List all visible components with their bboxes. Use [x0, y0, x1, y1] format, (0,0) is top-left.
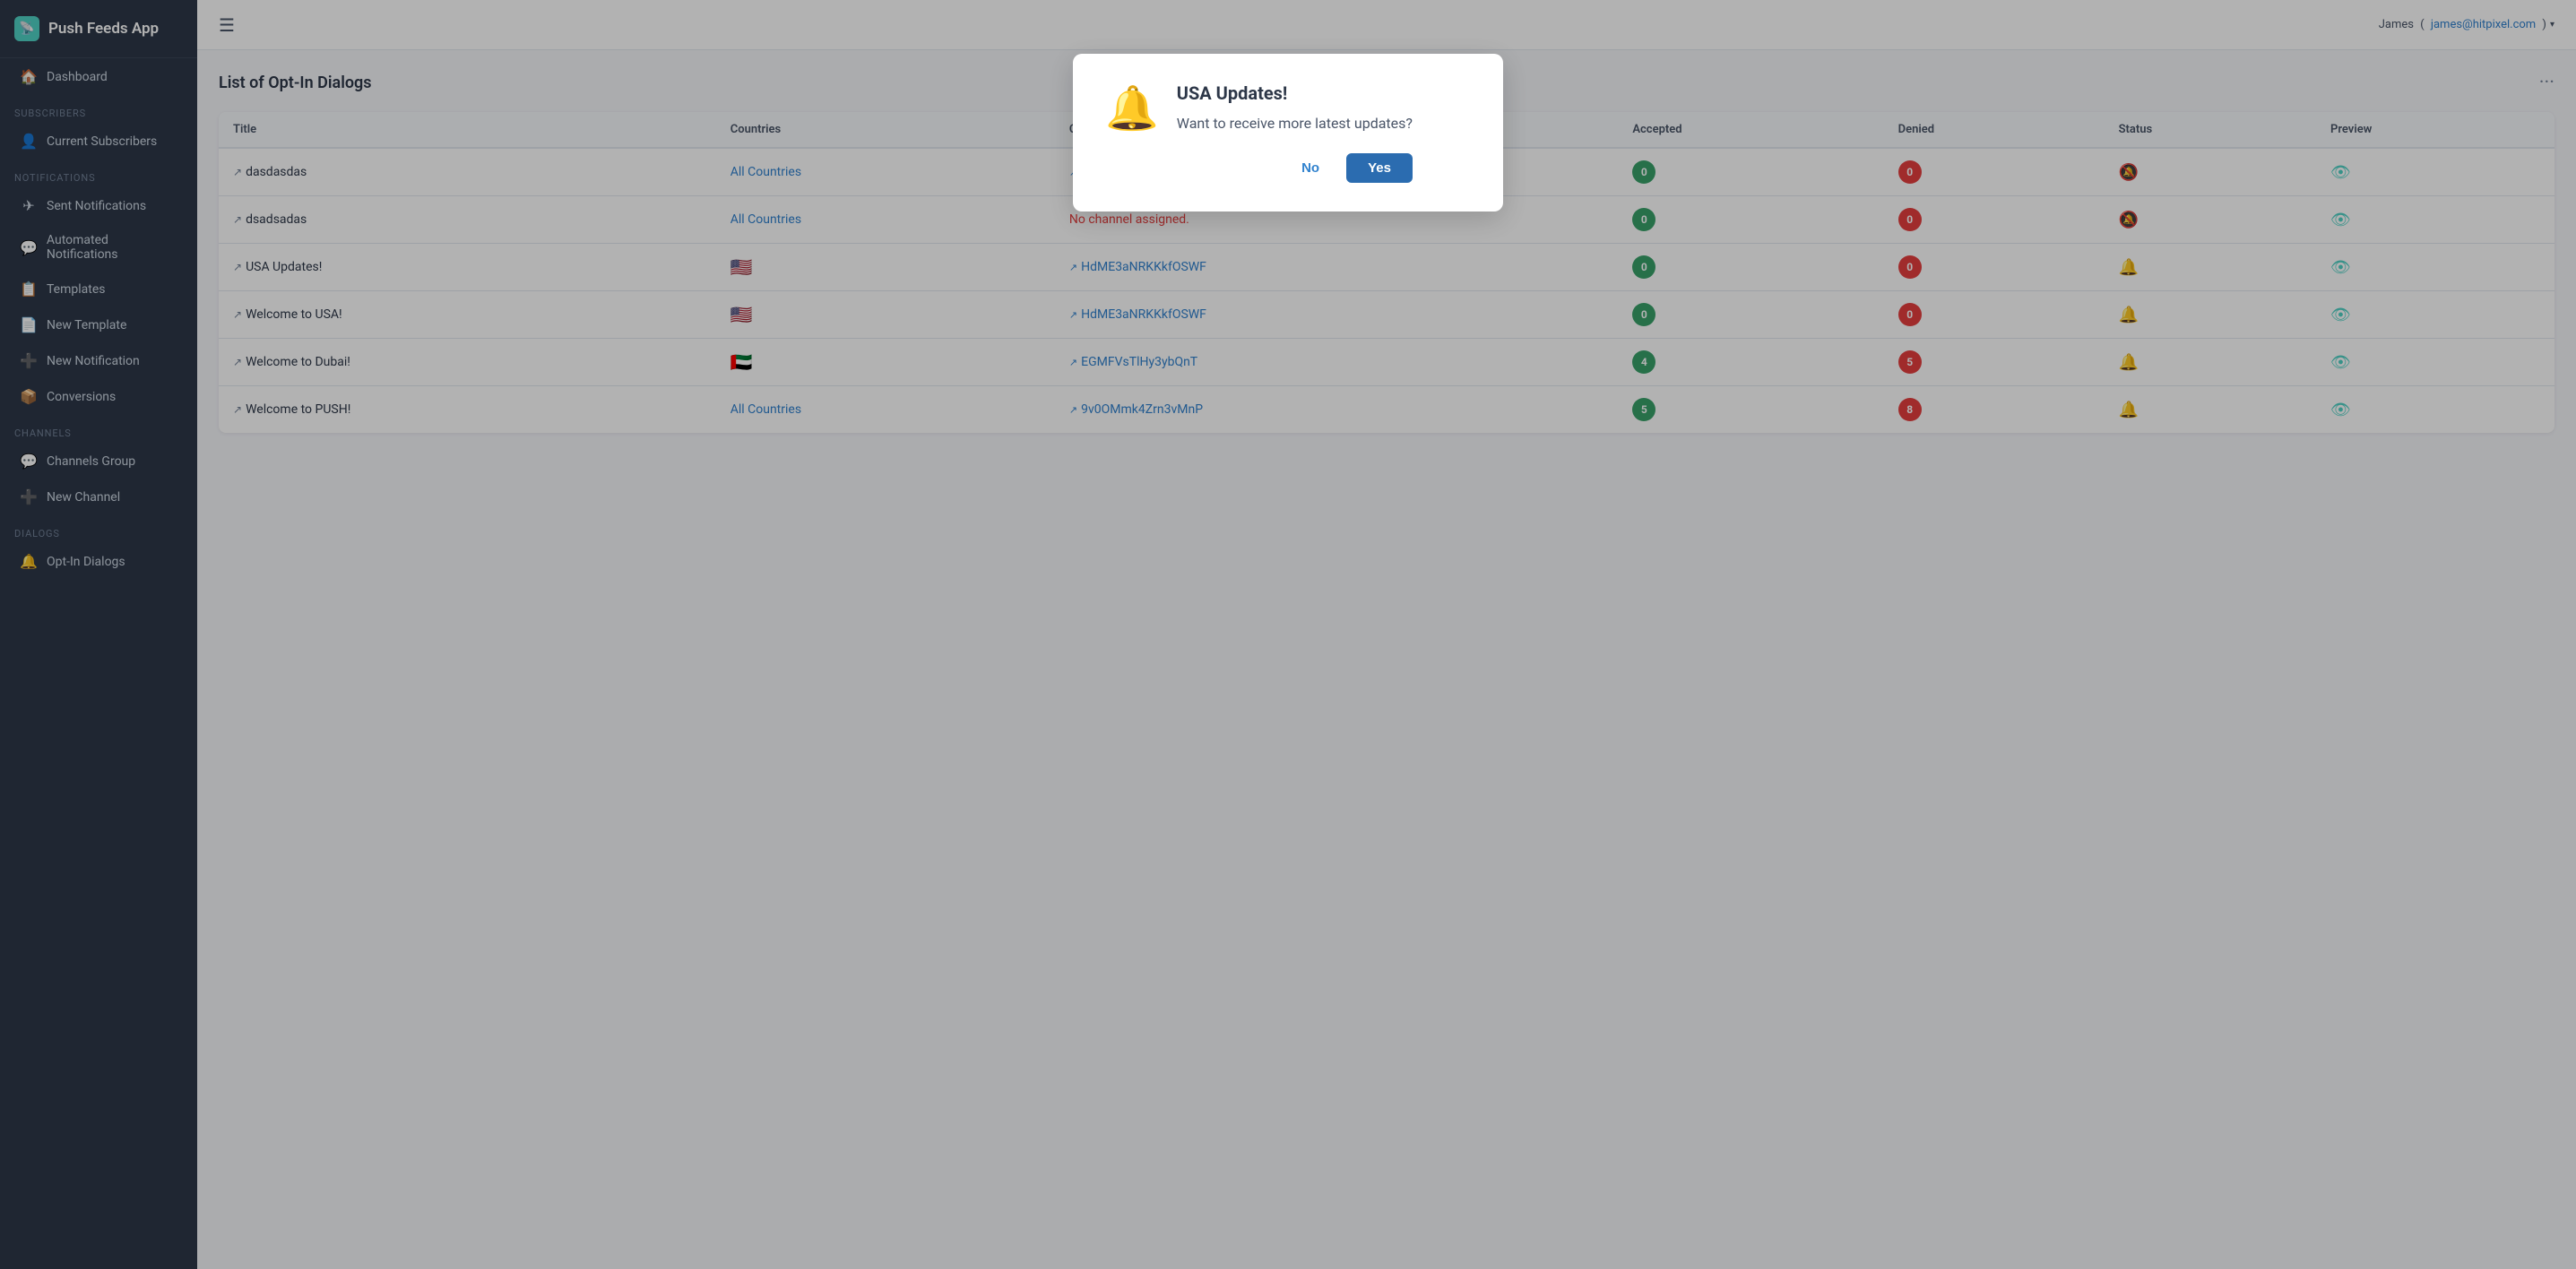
modal-body: USA Updates! Want to receive more latest… [1177, 82, 1413, 183]
modal-title: USA Updates! [1177, 82, 1413, 104]
modal-actions: No Yes [1177, 153, 1413, 183]
opt-in-modal: 🔔 USA Updates! Want to receive more late… [1073, 54, 1503, 212]
modal-no-button[interactable]: No [1285, 153, 1336, 183]
modal-overlay: 🔔 USA Updates! Want to receive more late… [0, 0, 2576, 1269]
modal-icon: 🔔 [1105, 82, 1159, 134]
modal-text: Want to receive more latest updates? [1177, 115, 1413, 132]
modal-yes-button[interactable]: Yes [1346, 153, 1413, 183]
